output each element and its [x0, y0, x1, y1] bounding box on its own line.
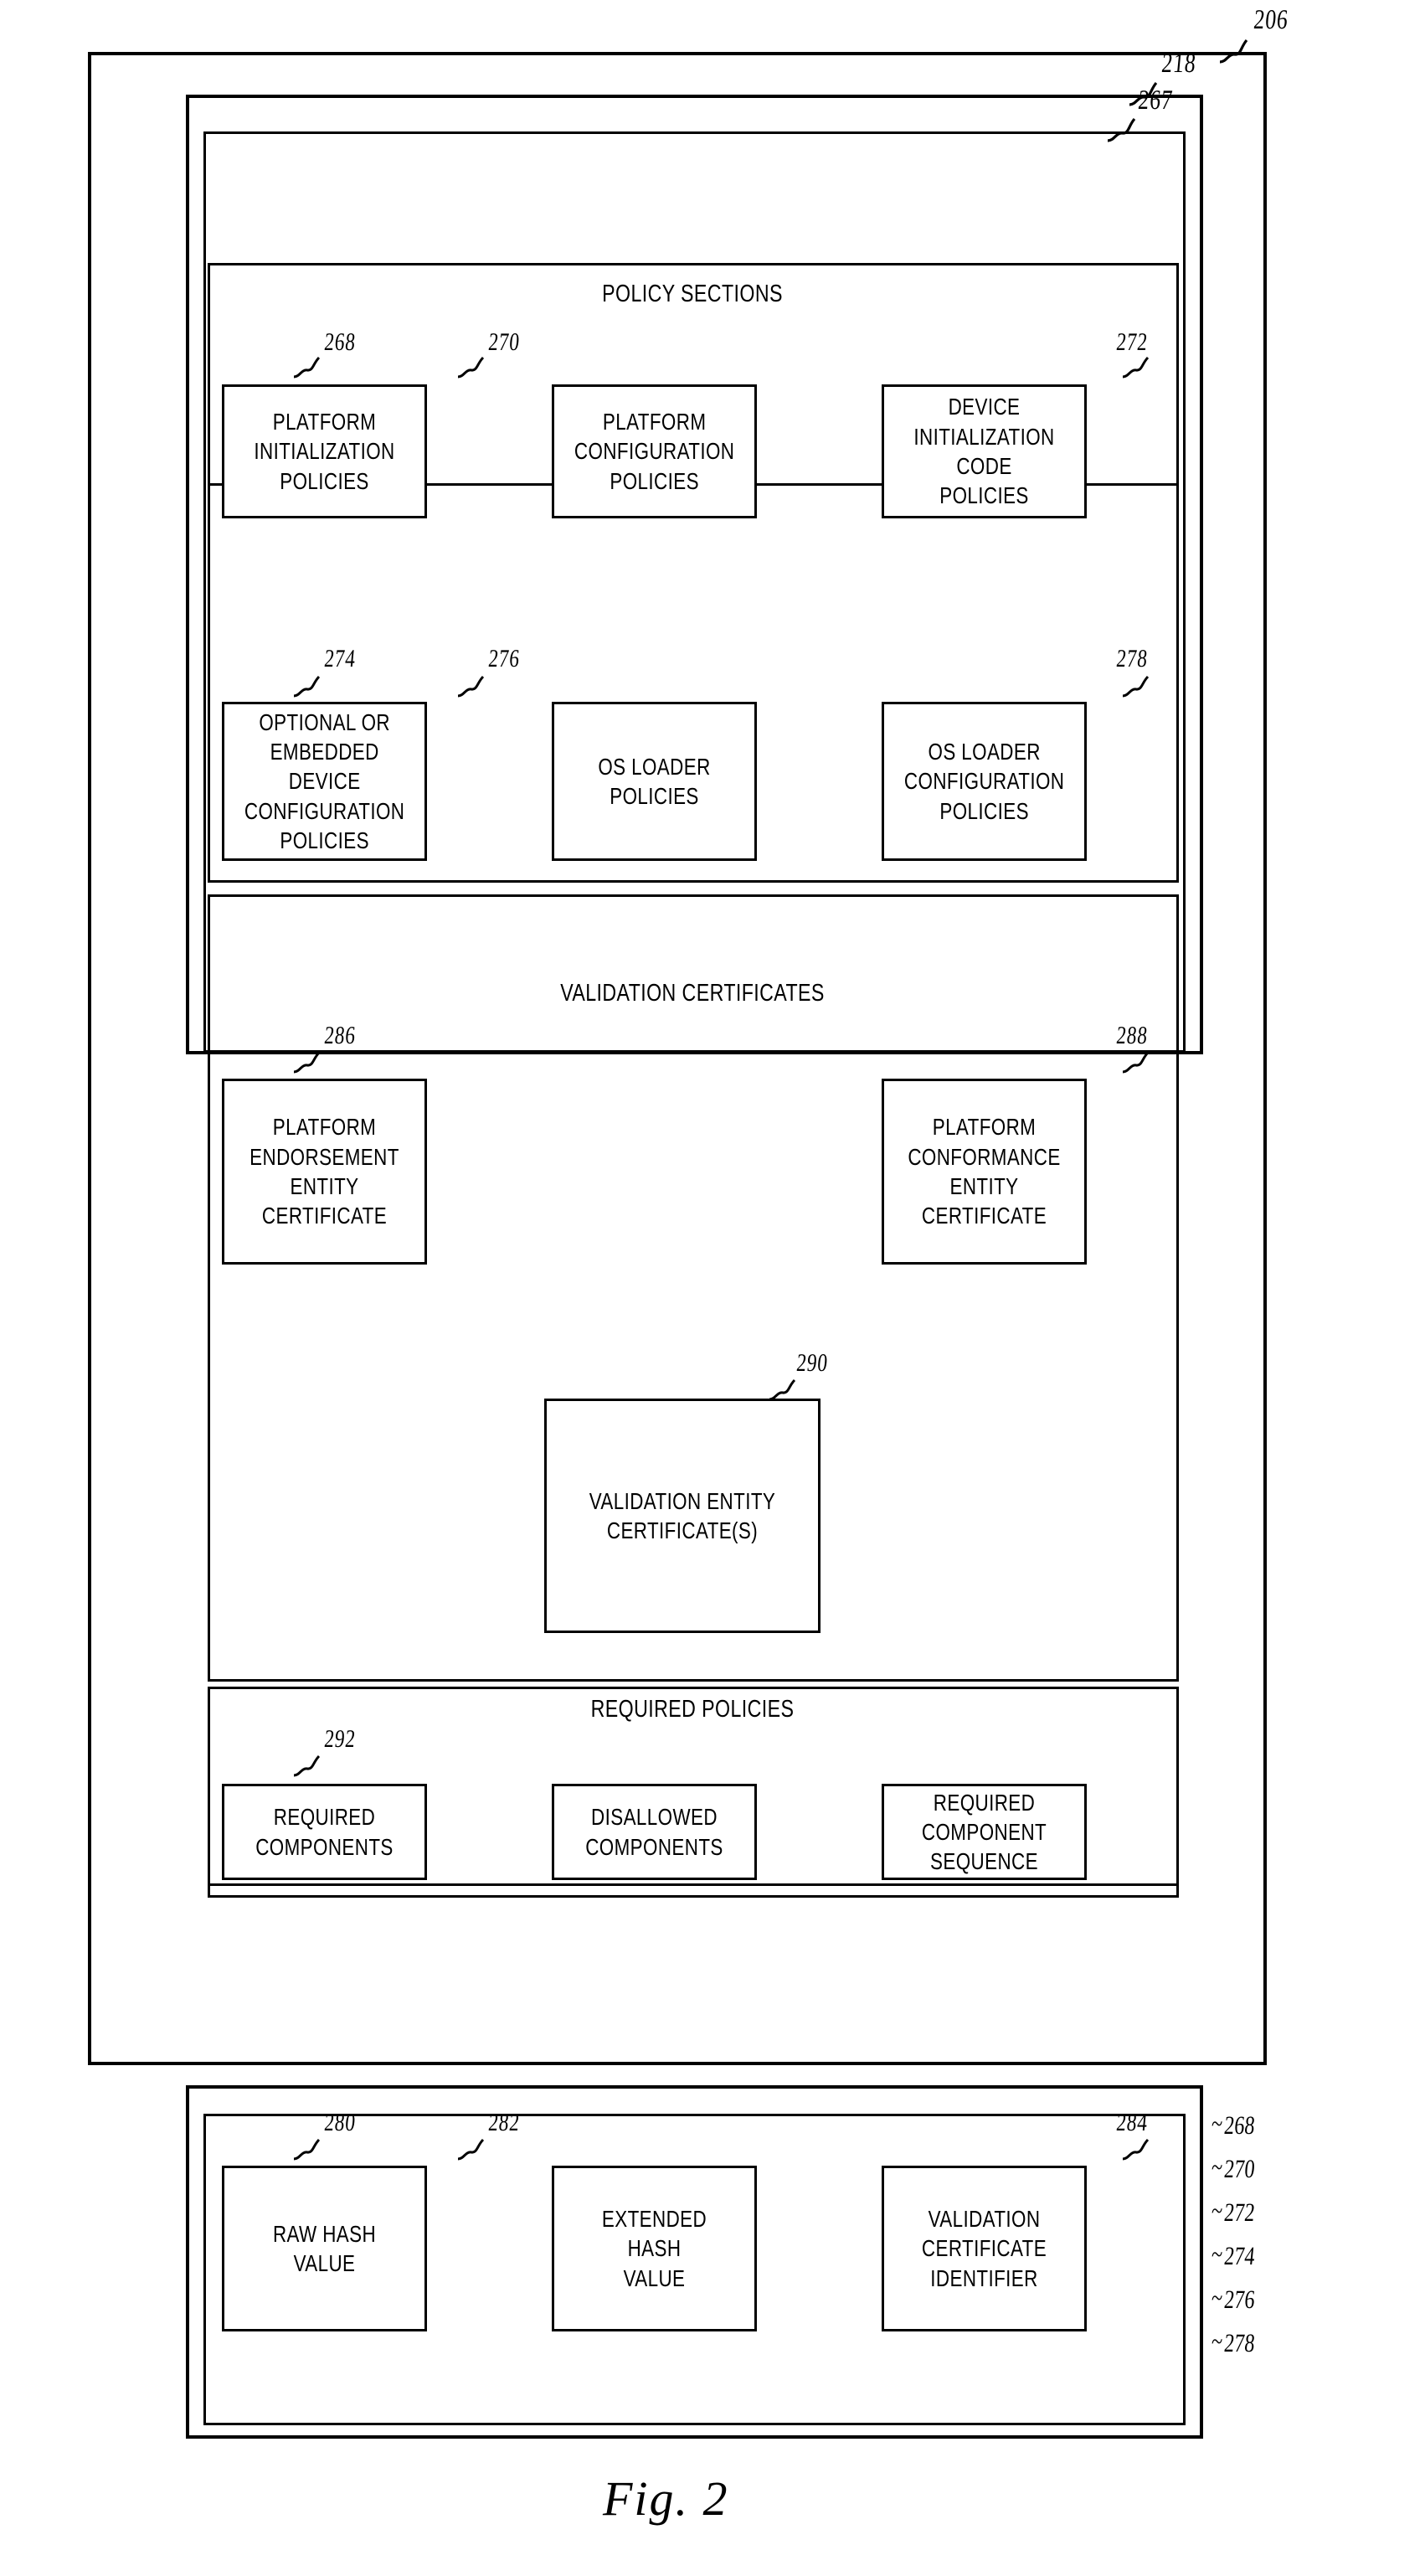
tilde-glyph: ~ — [1210, 2283, 1224, 2312]
cert-box-platform-conformance: PLATFORM CONFORMANCE ENTITY CERTIFICATE — [882, 1079, 1087, 1265]
hash-box-extended-hash-value: EXTENDED HASH VALUE — [552, 2166, 757, 2331]
leader-290 — [769, 1378, 797, 1401]
side-ref-268: ~268 — [1210, 2109, 1257, 2140]
side-ref-value: 270 — [1222, 2154, 1257, 2183]
hash-box-raw-hash-value: RAW HASH VALUE — [222, 2166, 427, 2331]
side-ref-value: 274 — [1222, 2241, 1257, 2270]
required-policies-outline — [208, 1687, 1179, 1898]
side-ref-value: 276 — [1222, 2285, 1257, 2314]
side-ref-value: 272 — [1222, 2197, 1257, 2227]
ref-286: 286 — [322, 1022, 358, 1049]
validation-certificates-title: VALIDATION CERTIFICATES — [560, 980, 825, 1007]
leader-286 — [293, 1050, 322, 1074]
patent-figure-page: 206 218 267 POLICY SECTIONS 268 PLATFORM… — [0, 0, 1425, 2576]
ref-288: 288 — [1114, 1022, 1150, 1049]
cert-box-label: PLATFORM ENDORSEMENT ENTITY CERTIFICATE — [250, 1114, 399, 1229]
leader-284 — [1122, 2137, 1150, 2161]
side-ref-272: ~272 — [1210, 2196, 1257, 2227]
policy-sections-outline — [208, 263, 1179, 883]
hash-box-label: EXTENDED HASH VALUE — [601, 2206, 707, 2291]
hash-box-validation-certificate-identifier: VALIDATION CERTIFICATE IDENTIFIER — [882, 2166, 1087, 2331]
ref-282: 282 — [486, 2109, 522, 2136]
leader-288 — [1122, 1050, 1150, 1074]
side-ref-value: 268 — [1222, 2110, 1257, 2140]
ref-284: 284 — [1114, 2109, 1150, 2136]
leader-282 — [457, 2137, 486, 2161]
cert-box-label: PLATFORM CONFORMANCE ENTITY CERTIFICATE — [908, 1114, 1061, 1229]
ref-218: 218 — [1160, 49, 1198, 79]
side-ref-276: ~276 — [1210, 2283, 1257, 2314]
leader-206 — [1219, 37, 1248, 64]
ref-206: 206 — [1252, 5, 1290, 35]
side-ref-274: ~274 — [1210, 2239, 1257, 2270]
cert-box-platform-endorsement: PLATFORM ENDORSEMENT ENTITY CERTIFICATE — [222, 1079, 427, 1265]
ref-280: 280 — [322, 2109, 358, 2136]
hash-box-label: RAW HASH VALUE — [272, 2220, 377, 2276]
leader-267 — [1107, 116, 1136, 142]
tilde-glyph: ~ — [1210, 2326, 1224, 2356]
tilde-glyph: ~ — [1210, 2109, 1224, 2138]
figure-caption: Fig. 2 — [603, 2471, 729, 2526]
side-ref-270: ~270 — [1210, 2152, 1257, 2183]
side-reference-list: ~268 ~270 ~272 ~274 ~276 ~278 — [1210, 2109, 1267, 2357]
ref-267: 267 — [1136, 85, 1175, 116]
tilde-glyph: ~ — [1210, 2196, 1224, 2225]
leader-280 — [293, 2137, 322, 2161]
tilde-glyph: ~ — [1210, 2152, 1224, 2182]
cert-box-validation-entity: VALIDATION ENTITY CERTIFICATE(S) — [544, 1399, 821, 1633]
cert-box-label: VALIDATION ENTITY CERTIFICATE(S) — [589, 1487, 776, 1543]
side-ref-value: 278 — [1222, 2328, 1257, 2357]
hash-box-label: VALIDATION CERTIFICATE IDENTIFIER — [921, 2206, 1047, 2291]
side-ref-278: ~278 — [1210, 2326, 1257, 2357]
ref-290: 290 — [795, 1349, 830, 1377]
tilde-glyph: ~ — [1210, 2239, 1224, 2269]
